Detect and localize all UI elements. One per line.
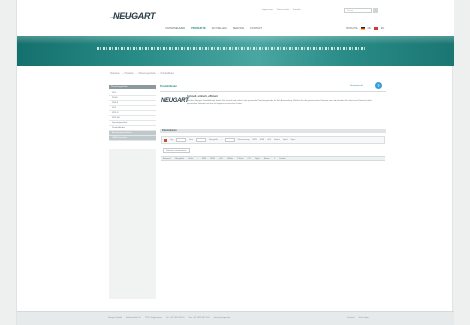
product-logo: NEUGART — [161, 98, 189, 107]
column-header[interactable]: Bauserie — [163, 158, 171, 160]
column-header[interactable]: Details — [279, 158, 285, 160]
sidebar-heading[interactable]: Planetengetriebe — [109, 85, 156, 89]
language-de[interactable]: DE — [368, 27, 371, 30]
filter-group-header: Filterkriterien — [160, 129, 386, 133]
footer-email-link[interactable]: sales@neugart.de — [213, 317, 230, 319]
nav-item-service[interactable]: SERVICE — [233, 27, 244, 30]
breadcrumb-item[interactable]: Planetengetriebe — [138, 73, 155, 75]
banner-stripe — [97, 47, 367, 50]
filter-label: Stufen — [273, 139, 280, 141]
breadcrumb: Startseite › Produkte › Planetengetriebe… — [110, 73, 174, 75]
results-table-header: Bauserie Baugröße Stufe i M2N M2B n1N n1… — [161, 156, 385, 161]
top-link-impressum[interactable]: Impressum — [262, 9, 273, 11]
banner-glow — [17, 36, 454, 44]
page-container: NEUGART Impressum Datenschutz Kontakt Su… — [16, 0, 454, 325]
footer-text: 77971 Kippenheim — [144, 317, 162, 319]
footer-text: Fax +49 7825 847-102 — [188, 317, 210, 319]
nav-item-aktuelles[interactable]: AKTUELLES — [212, 27, 227, 30]
column-header[interactable]: Spiel — [255, 158, 259, 160]
column-header[interactable]: J — [274, 158, 275, 160]
site-header: NEUGART Impressum Datenschutz Kontakt Su… — [17, 0, 454, 36]
footer-actions: Drucken Nach oben — [347, 317, 369, 319]
column-header[interactable]: M2N — [202, 158, 206, 160]
nav-item-unternehmen[interactable]: UNTERNEHMEN — [165, 27, 185, 30]
filter-label: M2B — [259, 139, 265, 141]
breadcrumb-separator: › — [135, 73, 137, 75]
filter-field[interactable] — [224, 138, 235, 142]
divider — [160, 91, 386, 92]
footer-text: Tel. +49 7825 847-0 — [166, 317, 185, 319]
column-header[interactable]: Baugröße — [175, 158, 184, 160]
column-header[interactable]: M2B — [211, 158, 215, 160]
logo-text: NEUGART — [113, 11, 156, 21]
product-title: Schnell, einfach, effizient — [187, 95, 218, 98]
neugart-logo[interactable]: NEUGART — [107, 11, 156, 27]
breadcrumb-item: Produktfinder — [160, 73, 175, 75]
search-input[interactable]: Suche — [344, 8, 372, 13]
top-link-kontakt[interactable]: Kontakt — [293, 9, 300, 11]
top-links: Impressum Datenschutz Kontakt — [262, 9, 300, 11]
flag-de-icon[interactable] — [360, 27, 365, 30]
breadcrumb-separator: › — [157, 73, 159, 75]
product-description: Mit dem Neugart Produktfinder finden Sie… — [187, 100, 372, 105]
column-header[interactable]: T2max — [237, 158, 243, 160]
language-en[interactable]: EN — [381, 27, 384, 30]
column-header[interactable]: Masse — [264, 158, 270, 160]
filter-label: Spiel — [282, 139, 288, 141]
footer-print-link[interactable]: Drucken — [347, 317, 355, 319]
filter-label: Spez. — [290, 139, 296, 141]
footer-text: Neugart GmbH — [108, 317, 122, 319]
nav-item-kontakt[interactable]: KONTAKT — [250, 27, 262, 30]
filter-icon[interactable] — [164, 138, 167, 142]
column-header[interactable]: C2t — [248, 158, 251, 160]
filter-field[interactable] — [196, 138, 207, 142]
reset-filter-button[interactable]: Kriterien zurücksetzen — [163, 148, 190, 153]
language-label: SPRACHE — [346, 27, 358, 30]
sidebar: Planetengetriebe PLE PLHE WPLE PLN WPLN … — [109, 85, 156, 141]
filter-label: n1N — [267, 139, 271, 141]
print-link[interactable]: Druckansicht — [350, 85, 363, 87]
footer-links: Neugart GmbH Keltenstraße 16 77971 Kippe… — [108, 317, 230, 319]
sidebar-background — [109, 149, 156, 299]
filter-label: Typ — [170, 139, 174, 141]
search-icon[interactable] — [373, 8, 378, 13]
flag-en-icon[interactable] — [373, 27, 378, 30]
column-header[interactable]: n1Max — [227, 158, 233, 160]
language-nav: SPRACHE DE EN — [346, 27, 384, 30]
filter-toolbar: Typ Bau Baugröße i Übersetzung M2N M2B n… — [161, 136, 385, 144]
column-header[interactable]: Stufe — [188, 158, 193, 160]
filter-label: Bau — [189, 139, 194, 141]
site-footer: Neugart GmbH Keltenstraße 16 77971 Kippe… — [17, 311, 454, 325]
breadcrumb-item[interactable]: Startseite — [110, 73, 120, 75]
help-icon[interactable]: ? — [375, 82, 382, 89]
hero-banner — [17, 36, 454, 66]
product-logo-text: NEUGART — [161, 98, 189, 104]
filter-label: M2N — [252, 139, 257, 141]
footer-top-link[interactable]: Nach oben — [359, 317, 369, 319]
breadcrumb-separator: › — [121, 73, 123, 75]
section-title: Produktfinder — [160, 85, 178, 88]
nav-item-produkte[interactable]: PRODUKTE — [191, 27, 206, 30]
filter-field[interactable] — [176, 138, 187, 142]
main-nav: UNTERNEHMEN PRODUKTE AKTUELLES SERVICE K… — [165, 27, 262, 30]
breadcrumb-item[interactable]: Produkte — [124, 73, 133, 75]
sidebar-item-cad-download[interactable]: CAD-Download — [109, 136, 156, 141]
footer-text: Keltenstraße 16 — [125, 317, 141, 319]
top-link-datenschutz[interactable]: Datenschutz — [277, 9, 289, 11]
filter-label: Übersetzung — [237, 139, 250, 141]
filter-label: Baugröße — [209, 139, 219, 141]
column-header[interactable]: n1N — [219, 158, 223, 160]
